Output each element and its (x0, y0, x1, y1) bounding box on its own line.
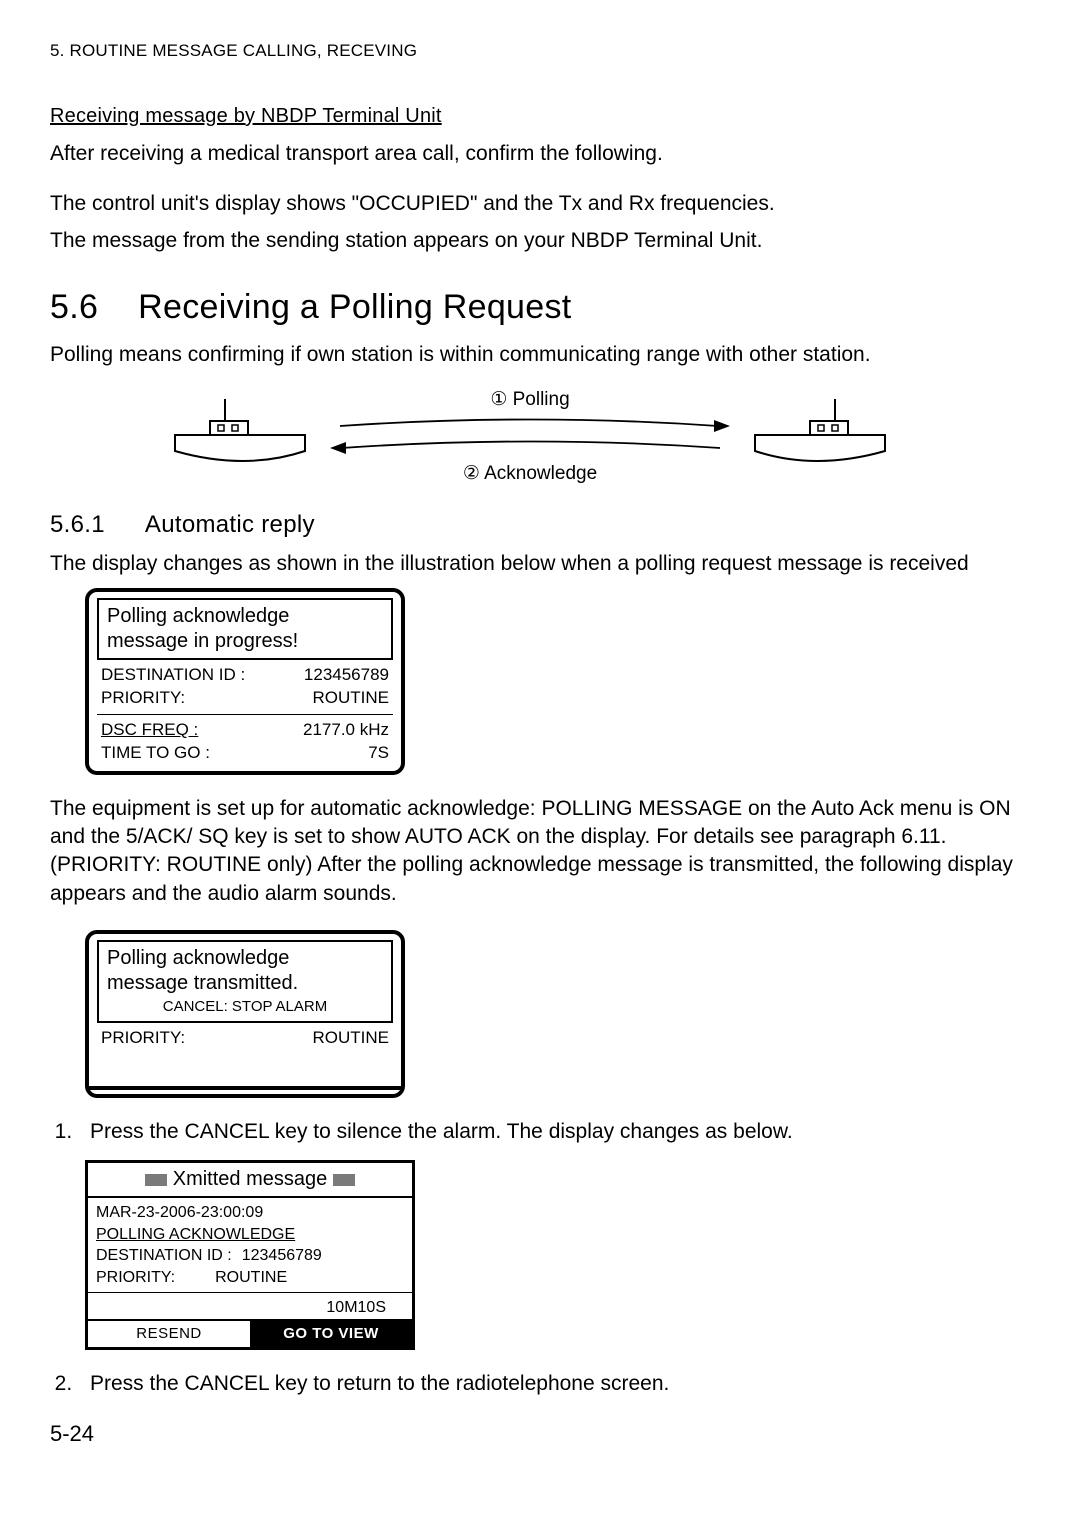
polling-diagram: ① Polling ② Acknowledge (160, 381, 920, 491)
xm-dest-label: DESTINATION ID : (96, 1245, 232, 1267)
subsection-5-6-1-title: 5.6.1 Automatic reply (50, 509, 1030, 541)
panel2-priority-value: ROUTINE (313, 1027, 390, 1050)
subsection-number: 5.6.1 (50, 511, 105, 538)
panel1-dest-label: DESTINATION ID : (101, 664, 245, 687)
ship-left-icon (170, 399, 310, 469)
panel1-dest-value: 123456789 (304, 664, 389, 687)
xm-time-elapsed: 10M10S (96, 1297, 404, 1319)
panel-xmitted-message: Xmitted message MAR-23-2006-23:00:09 POL… (85, 1160, 415, 1350)
section-name: Receiving a Polling Request (138, 288, 571, 326)
section-intro: Polling means confirming if own station … (50, 341, 1030, 369)
xm-timestamp: MAR-23-2006-23:00:09 (96, 1202, 404, 1224)
panel1-priority-value: ROUTINE (313, 687, 390, 710)
xm-priority-label: PRIORITY: (96, 1267, 175, 1289)
panel1-title-line1: Polling acknowledge (107, 604, 383, 629)
xm-priority-value: ROUTINE (215, 1267, 287, 1289)
page-header: 5. ROUTINE MESSAGE CALLING, RECEVING (50, 40, 1030, 63)
xm-title-bar: Xmitted message (88, 1163, 412, 1198)
panel2-title-line2: message transmitted. (107, 971, 383, 996)
go-to-view-button[interactable]: GO TO VIEW (250, 1321, 412, 1347)
steps-list-2: Press the CANCEL key to return to the ra… (50, 1370, 1030, 1398)
after-panel1-paragraph: The equipment is set up for automatic ac… (50, 795, 1030, 908)
recv-paragraph-1: After receiving a medical transport area… (50, 140, 1030, 168)
ship-right-icon (750, 399, 890, 469)
xm-dest-value: 123456789 (242, 1245, 322, 1267)
arrow-polling: ① Polling (330, 387, 730, 437)
section-number: 5.6 (50, 288, 98, 326)
step-2: Press the CANCEL key to return to the ra… (78, 1370, 1030, 1398)
subsection-name: Automatic reply (145, 511, 315, 538)
panel2-title-line1: Polling acknowledge (107, 946, 383, 971)
recv-paragraph-2: The control unit's display shows "OCCUPI… (50, 190, 1030, 218)
panel2-priority-label: PRIORITY: (101, 1027, 185, 1050)
panel1-priority-label: PRIORITY: (101, 687, 185, 710)
section-5-6-title: 5.6 Receiving a Polling Request (50, 285, 1030, 331)
panel1-ttg-label: TIME TO GO : (101, 742, 210, 765)
steps-list: Press the CANCEL key to silence the alar… (50, 1118, 1030, 1146)
arrow-acknowledge: ② Acknowledge (330, 437, 730, 487)
arrow-ack-label: ② Acknowledge (463, 461, 597, 487)
panel1-dsc-value: 2177.0 kHz (303, 719, 389, 742)
arrow-polling-label: ① Polling (490, 387, 569, 413)
xm-right-decoration-icon (333, 1174, 355, 1186)
xm-left-decoration-icon (145, 1174, 167, 1186)
panel1-dsc-label: DSC FREQ : (101, 719, 198, 742)
recv-paragraph-3: The message from the sending station app… (50, 227, 1030, 255)
panel1-ttg-value: 7S (368, 742, 389, 765)
panel-polling-transmitted: Polling acknowledge message transmitted.… (85, 930, 405, 1098)
recv-subheading: Receiving message by NBDP Terminal Unit (50, 103, 1030, 130)
panel2-titlebox: Polling acknowledge message transmitted.… (97, 940, 393, 1023)
panel1-titlebox: Polling acknowledge message in progress! (97, 598, 393, 660)
resend-button[interactable]: RESEND (88, 1321, 250, 1347)
xm-msg-type: POLLING ACKNOWLEDGE (96, 1224, 404, 1246)
panel-polling-in-progress: Polling acknowledge message in progress!… (85, 588, 405, 775)
panel2-cancel-line: CANCEL: STOP ALARM (107, 998, 383, 1017)
panel1-title-line2: message in progress! (107, 629, 383, 654)
page-number: 5-24 (50, 1419, 1030, 1449)
subsection-intro: The display changes as shown in the illu… (50, 550, 1030, 578)
step-1: Press the CANCEL key to silence the alar… (78, 1118, 1030, 1146)
xm-title-text: Xmitted message (173, 1166, 328, 1193)
